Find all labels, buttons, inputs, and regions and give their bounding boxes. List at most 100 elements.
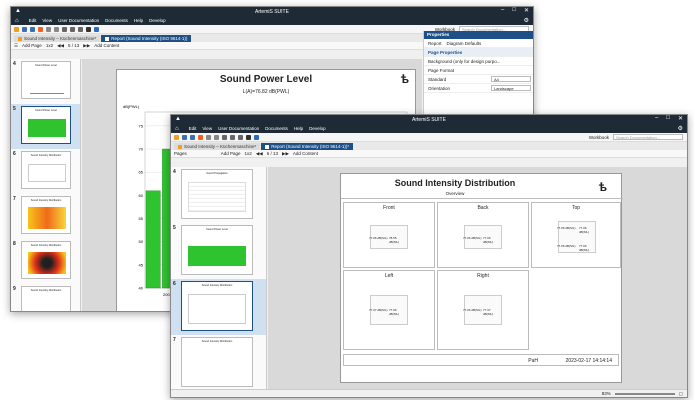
menu-edit[interactable]: Edit bbox=[189, 126, 197, 131]
redo-icon[interactable] bbox=[54, 26, 59, 32]
tab-report-props[interactable]: Report bbox=[428, 41, 442, 46]
save-icon[interactable] bbox=[182, 134, 187, 140]
menu-user-documentation[interactable]: User Documentation bbox=[58, 18, 99, 23]
tab-report[interactable]: Report (Sound Intensity (ISO 9614-1))* bbox=[261, 143, 354, 150]
minimize-button[interactable]: – bbox=[655, 115, 658, 122]
thumbnail[interactable]: Sound Power Level bbox=[21, 61, 71, 99]
thumbnail[interactable]: Sound Power Level bbox=[181, 225, 253, 275]
thumbnail[interactable]: Sound Intensity Distribution bbox=[21, 286, 71, 311]
add-content-button[interactable]: Add Content bbox=[94, 43, 119, 48]
thumbnail-row[interactable]: 9 Sound Intensity Distribution bbox=[11, 284, 80, 311]
thumbnail[interactable]: Sound Propagation bbox=[181, 169, 253, 219]
menu-edit[interactable]: Edit bbox=[29, 18, 37, 23]
pages-count[interactable]: 1x2 bbox=[46, 43, 53, 48]
minimize-button[interactable]: – bbox=[501, 7, 504, 14]
menu-view[interactable]: View bbox=[202, 126, 212, 131]
filter-icon[interactable] bbox=[254, 134, 259, 140]
tab-diagram-defaults[interactable]: Diagram Defaults bbox=[447, 41, 482, 46]
thumbnail[interactable]: Sound Intensity Distribution bbox=[21, 151, 71, 189]
thumbnail-row[interactable]: 4 Sound Power Level bbox=[11, 59, 80, 104]
save-all-icon[interactable] bbox=[190, 134, 195, 140]
thumbnail[interactable]: Sound Power Level bbox=[21, 106, 71, 144]
add-page-button[interactable]: Add Page bbox=[221, 151, 241, 156]
cut-icon[interactable] bbox=[62, 26, 67, 32]
thumbnail[interactable]: Sound Intensity Distribution bbox=[181, 337, 253, 387]
pages-toggle-icon[interactable]: ☰ bbox=[14, 43, 18, 49]
fit-page-icon[interactable]: ▢ bbox=[679, 391, 683, 397]
add-content-button[interactable]: Add Content bbox=[293, 151, 318, 156]
page-format-row[interactable]: Page Format bbox=[424, 66, 533, 75]
thumbnail[interactable]: Sound Intensity Distribution bbox=[21, 241, 71, 279]
save-icon[interactable] bbox=[22, 26, 27, 32]
home-icon[interactable]: ⌂ bbox=[15, 18, 19, 24]
delete-icon[interactable] bbox=[238, 134, 243, 140]
maximize-button[interactable]: □ bbox=[512, 7, 516, 14]
zoom-slider[interactable] bbox=[614, 392, 675, 395]
menu-view[interactable]: View bbox=[42, 18, 52, 23]
workbook-button[interactable]: Workbook bbox=[589, 135, 609, 140]
save-all-icon[interactable] bbox=[30, 26, 35, 32]
export-icon[interactable] bbox=[38, 26, 43, 32]
menu-help[interactable]: Help bbox=[294, 126, 303, 131]
thumbnail-row[interactable]: 7 Sound Intensity Distribution bbox=[11, 194, 80, 239]
overview-label: Overview bbox=[445, 191, 465, 196]
delete-icon[interactable] bbox=[78, 26, 83, 32]
undo-icon[interactable] bbox=[46, 26, 51, 32]
tab-sound-intensity[interactable]: Sound Intensity – Küchenmaschine* bbox=[174, 143, 261, 150]
thumbnail-row[interactable]: 8 Sound Intensity Distribution bbox=[11, 239, 80, 284]
window-controls: – □ ✕ bbox=[655, 115, 683, 122]
thumbnail[interactable]: Sound Intensity Distribution bbox=[181, 281, 253, 331]
page-nav[interactable]: 6 / 13 bbox=[267, 151, 278, 156]
gear-icon[interactable]: ⚙ bbox=[524, 17, 529, 24]
thumbnail[interactable]: Sound Intensity Distribution bbox=[21, 196, 71, 234]
next-page-icon[interactable]: ▶▶ bbox=[83, 43, 90, 49]
thumbnail-row[interactable]: 7 Sound Intensity Distribution bbox=[171, 335, 266, 391]
cut-icon[interactable] bbox=[222, 134, 227, 140]
orientation-select[interactable]: Landscape bbox=[491, 85, 531, 91]
menu-develop[interactable]: Develop bbox=[149, 18, 166, 23]
filter-icon[interactable] bbox=[94, 26, 99, 32]
cell-right: Right 77.06 dB(SIL) 77.37 dB(SIL) bbox=[437, 270, 529, 350]
tab-report[interactable]: Report (Sound Intensity (ISO 9614-1)) bbox=[101, 35, 192, 42]
menu-user-documentation[interactable]: User Documentation bbox=[218, 126, 259, 131]
standard-label: Standard bbox=[428, 76, 447, 82]
menu-documents[interactable]: Documents bbox=[265, 126, 288, 131]
first-page-icon[interactable]: ◀◀ bbox=[57, 43, 64, 49]
copy-icon[interactable] bbox=[230, 134, 235, 140]
zoom-level[interactable]: 83% bbox=[602, 391, 611, 396]
menu-documents[interactable]: Documents bbox=[105, 18, 128, 23]
close-button[interactable]: ✕ bbox=[678, 115, 683, 122]
thumbnail-row[interactable]: 5 Sound Power Level bbox=[11, 104, 80, 149]
close-button[interactable]: ✕ bbox=[524, 7, 529, 14]
page-nav[interactable]: 5 / 13 bbox=[68, 43, 79, 48]
gear-icon[interactable]: ⚙ bbox=[678, 125, 683, 132]
copy-icon[interactable] bbox=[70, 26, 75, 32]
standard-select[interactable]: A4 bbox=[491, 76, 531, 82]
export-icon[interactable] bbox=[198, 134, 203, 140]
front-window: ▲ ArtemiS SUITE – □ ✕ ⌂ Edit View User D… bbox=[170, 114, 688, 398]
thumbnail-row[interactable]: 6 Sound Intensity Distribution bbox=[11, 149, 80, 194]
maximize-button[interactable]: □ bbox=[666, 115, 670, 122]
menu-help[interactable]: Help bbox=[134, 18, 143, 23]
thumbnail-row[interactable]: 5 Sound Power Level bbox=[171, 223, 266, 279]
first-page-icon[interactable]: ◀◀ bbox=[256, 151, 263, 157]
new-icon[interactable] bbox=[14, 26, 19, 32]
menu-develop[interactable]: Develop bbox=[309, 126, 326, 131]
undo-icon[interactable] bbox=[206, 134, 211, 140]
thumbnail-row[interactable]: 6 Sound Intensity Distribution bbox=[171, 279, 266, 335]
pages-count[interactable]: 1x2 bbox=[245, 151, 252, 156]
tab-sound-intensity[interactable]: Sound Intensity – Küchenmaschine* bbox=[14, 35, 101, 42]
next-page-icon[interactable]: ▶▶ bbox=[282, 151, 289, 157]
pages-button[interactable]: Pages bbox=[174, 151, 187, 156]
thumbnail-row[interactable]: 4 Sound Propagation bbox=[171, 167, 266, 223]
thumbnail-number: 7 bbox=[173, 337, 176, 343]
play-icon[interactable] bbox=[246, 134, 251, 140]
redo-icon[interactable] bbox=[214, 134, 219, 140]
play-icon[interactable] bbox=[86, 26, 91, 32]
add-page-button[interactable]: Add Page bbox=[22, 43, 42, 48]
search-input[interactable]: Search Documentation... bbox=[613, 134, 683, 140]
new-icon[interactable] bbox=[174, 134, 179, 140]
home-icon[interactable]: ⌂ bbox=[175, 126, 179, 132]
thumb-plot bbox=[30, 76, 64, 94]
footer-date: 2023-02-17 14:14:14 bbox=[565, 358, 612, 364]
